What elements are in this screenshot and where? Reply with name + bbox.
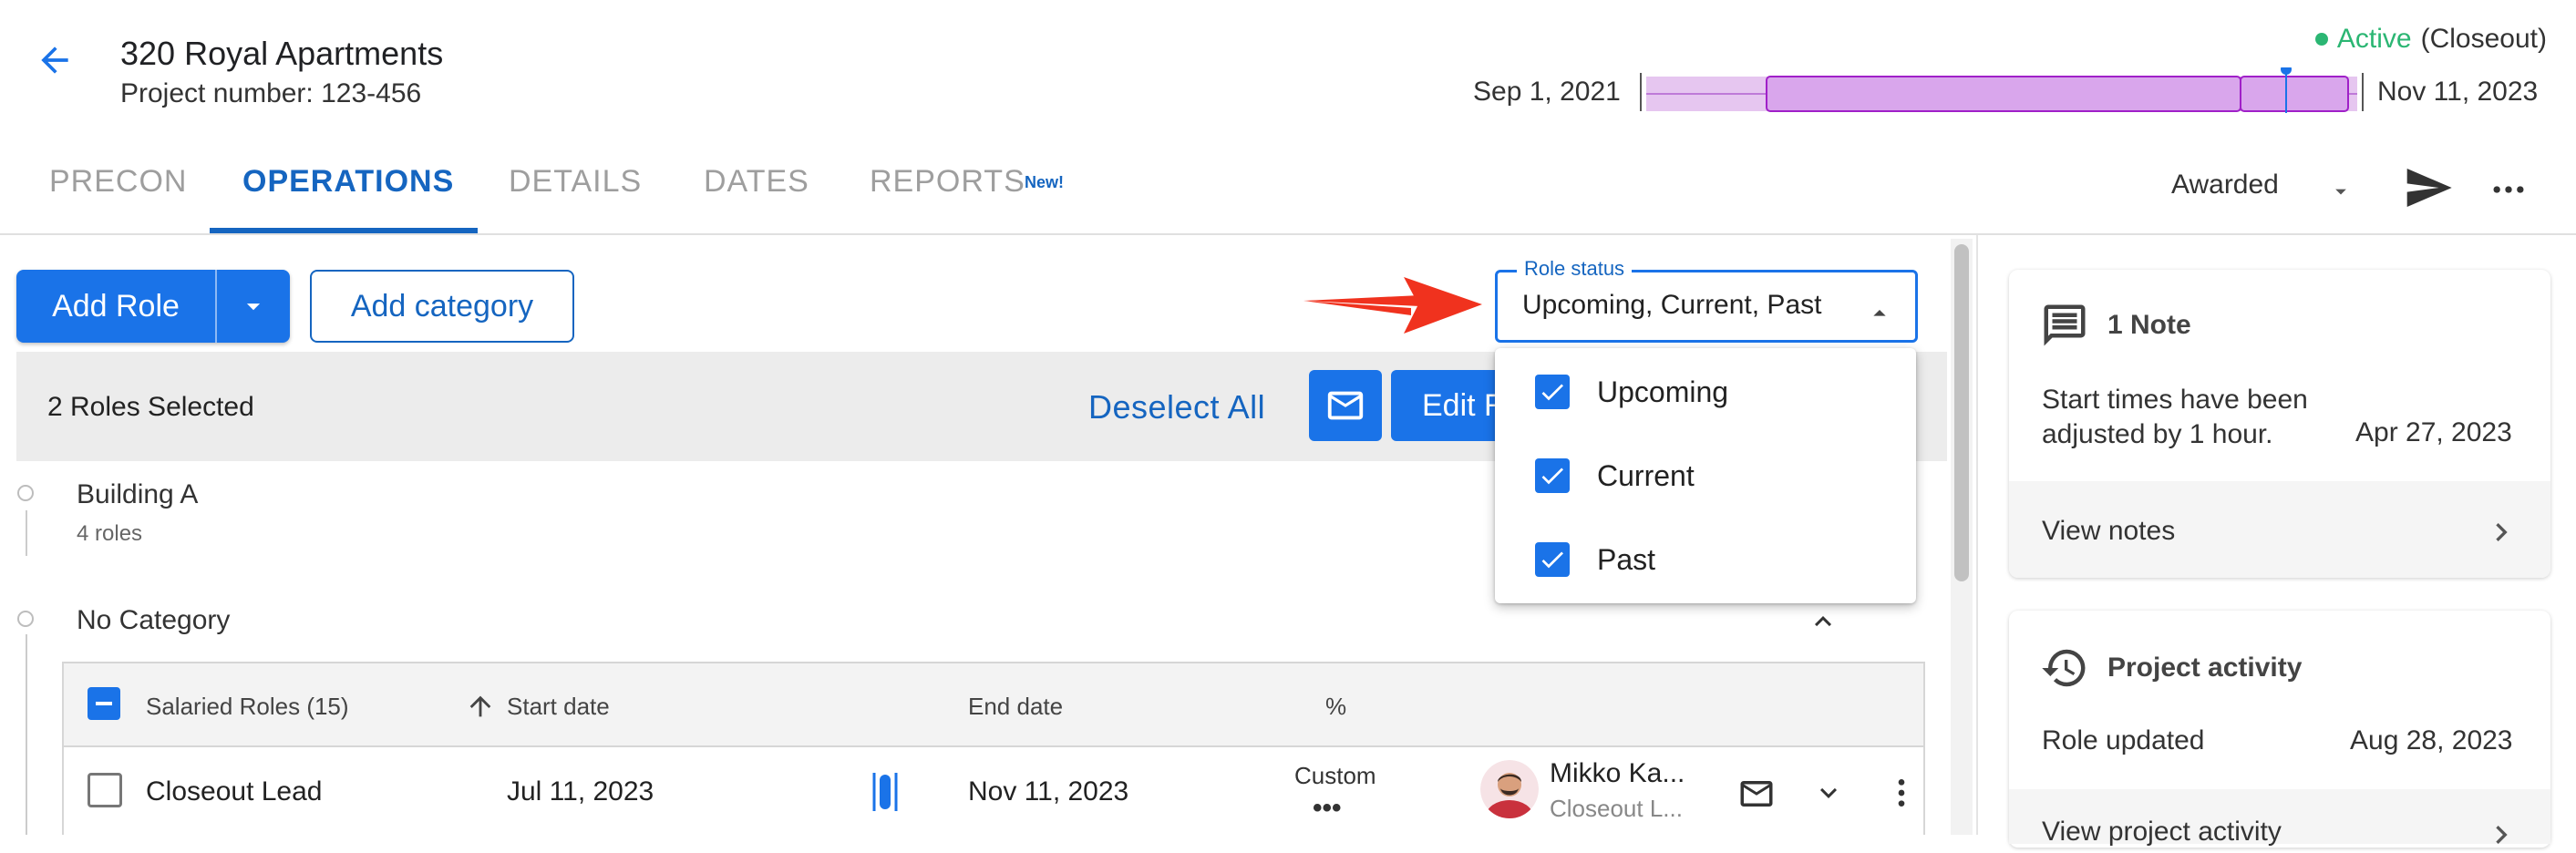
role-name[interactable]: Closeout Lead: [146, 776, 322, 807]
tree-line: [26, 634, 27, 835]
check-icon[interactable]: [1535, 458, 1570, 493]
timeline-end-date: Nov 11, 2023: [2377, 77, 2539, 107]
chevron-right-icon[interactable]: [2483, 817, 2519, 853]
back-arrow-icon[interactable]: [27, 33, 82, 87]
person-name[interactable]: Mikko Ka...: [1550, 758, 1685, 789]
check-icon[interactable]: [1535, 542, 1570, 577]
add-role-label[interactable]: Add Role: [16, 270, 217, 343]
note-icon: [2044, 304, 2086, 346]
mail-icon[interactable]: [1737, 775, 1776, 813]
email-button[interactable]: [1309, 370, 1382, 441]
header-group: Salaried Roles (15): [146, 693, 349, 720]
indeterminate-icon: [96, 702, 112, 705]
select-all-checkbox[interactable]: [88, 687, 120, 720]
person-role: Closeout L...: [1550, 795, 1683, 822]
project-title: 320 Royal Apartments: [120, 35, 444, 72]
header-percent[interactable]: %: [1325, 693, 1346, 721]
notes-title: 1 Note: [2107, 310, 2191, 340]
annotation-arrow-icon: [1303, 277, 1482, 334]
avatar[interactable]: [1480, 760, 1539, 818]
option-label: Upcoming: [1597, 375, 1729, 408]
tree-line: [26, 510, 27, 556]
timeline-phase-bar: [1766, 76, 2241, 112]
send-icon[interactable]: [2403, 162, 2454, 213]
tab-precon[interactable]: PRECON: [49, 164, 187, 200]
project-status: Active (Closeout): [2314, 24, 2547, 55]
category-node-icon: [17, 485, 34, 501]
timeline-start-date: Sep 1, 2021: [1473, 77, 1621, 107]
deselect-all-button[interactable]: Deselect All: [1088, 388, 1265, 426]
option-current[interactable]: Current: [1495, 434, 1916, 518]
tab-dates[interactable]: DATES: [704, 164, 809, 200]
category-node-icon: [17, 611, 34, 627]
stage-select-value[interactable]: Awarded: [2171, 170, 2279, 200]
status-active-text: Active: [2336, 24, 2412, 54]
note-text: Start times have been adjusted by 1 hour…: [2042, 385, 2308, 449]
check-icon[interactable]: [1535, 375, 1570, 409]
chevron-up-icon[interactable]: [1807, 605, 1839, 638]
header-end-date[interactable]: End date: [968, 693, 1063, 721]
percent-more-dots[interactable]: •••: [1313, 793, 1342, 824]
status-phase-text: (Closeout): [2420, 24, 2547, 54]
role-status-label: Role status: [1517, 257, 1633, 281]
caret-down-icon[interactable]: [2328, 179, 2354, 204]
category-role-count: 4 roles: [77, 521, 143, 546]
chevron-right-icon[interactable]: [2483, 514, 2519, 550]
scrollbar-thumb[interactable]: [1954, 244, 1969, 581]
percent-mode[interactable]: Custom: [1294, 762, 1376, 790]
activity-date: Aug 28, 2023: [2350, 725, 2513, 755]
view-notes-link[interactable]: View notes: [2042, 516, 2175, 547]
tab-details[interactable]: DETAILS: [509, 164, 642, 200]
tab-reports[interactable]: REPORTS: [870, 164, 1025, 200]
caret-down-icon: [246, 303, 261, 311]
end-date[interactable]: Nov 11, 2023: [968, 776, 1128, 807]
vertical-scrollbar[interactable]: [1951, 239, 1973, 835]
row-checkbox[interactable]: [88, 773, 122, 807]
chevron-down-icon[interactable]: [1812, 776, 1845, 809]
add-category-button[interactable]: Add category: [310, 270, 574, 343]
caret-up-icon[interactable]: [1865, 299, 1894, 328]
timeline-closeout-bar: [2240, 76, 2349, 112]
selection-count: 2 Roles Selected: [47, 392, 254, 422]
panel-divider: [1976, 235, 1978, 835]
history-icon: [2042, 649, 2086, 687]
project-number: Project number: 123-456: [120, 78, 422, 108]
header-start-date[interactable]: Start date: [507, 693, 610, 721]
role-status-value[interactable]: Upcoming, Current, Past: [1522, 290, 1821, 321]
project-timeline[interactable]: [1639, 67, 2365, 118]
category-name[interactable]: No Category: [77, 605, 230, 636]
sort-arrow-up-icon[interactable]: [465, 691, 496, 722]
timeline-today-dot: [2281, 67, 2292, 75]
more-horiz-icon[interactable]: [2488, 170, 2529, 210]
start-date[interactable]: Jul 11, 2023: [507, 776, 654, 807]
add-role-button[interactable]: Add Role: [16, 270, 290, 343]
date-range-slider-icon[interactable]: [871, 771, 899, 813]
option-upcoming[interactable]: Upcoming: [1495, 350, 1916, 434]
note-date: Apr 27, 2023: [2355, 417, 2512, 447]
view-activity-link[interactable]: View project activity: [2042, 817, 2282, 848]
status-dot-icon: [2314, 33, 2328, 46]
option-label: Past: [1597, 542, 1656, 576]
category-name[interactable]: Building A: [77, 479, 198, 510]
mail-icon: [1327, 391, 1364, 420]
add-role-dropdown[interactable]: [217, 270, 290, 343]
tabs-divider: [0, 233, 2576, 235]
new-badge: New!: [1025, 173, 1065, 191]
activity-text: Role updated: [2042, 725, 2205, 755]
activity-title: Project activity: [2107, 653, 2303, 683]
more-vert-icon[interactable]: [1883, 775, 1920, 811]
option-label: Current: [1597, 458, 1695, 492]
tab-operations[interactable]: OPERATIONS: [242, 164, 454, 200]
option-past[interactable]: Past: [1495, 518, 1916, 601]
